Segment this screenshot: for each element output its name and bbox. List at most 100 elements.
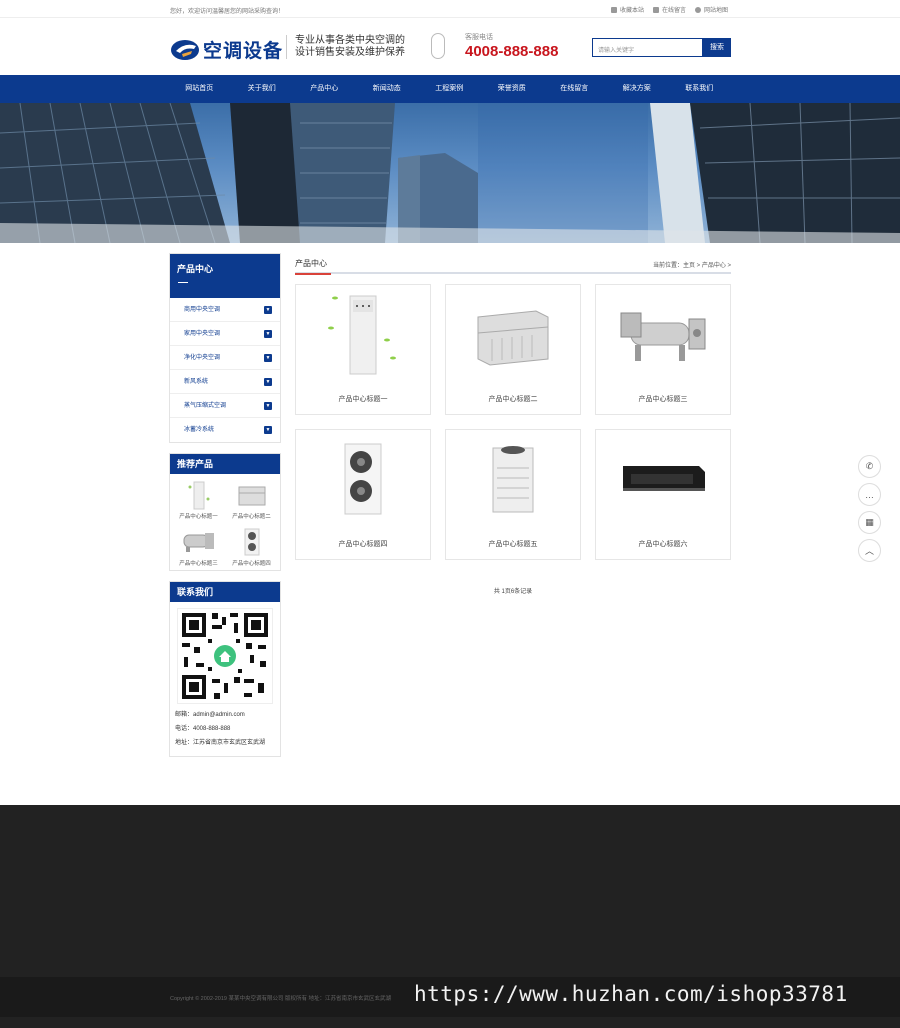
- welcome-text: 您好，欢迎访问温馨居您的网站采购查询！: [170, 9, 285, 15]
- product-thumb-image: [225, 524, 278, 559]
- recommend-label: 产品中心标题四: [232, 561, 271, 567]
- hotline-label: 客服电话: [465, 34, 493, 41]
- contact-phone: 电话：4008-888-888: [175, 726, 231, 732]
- favorite-link[interactable]: 收藏本站: [610, 5, 644, 14]
- contact-address: 地址：江苏省南京市玄武区玄武湖: [175, 740, 266, 746]
- category-label: 蒸气压缩式空调: [184, 403, 227, 409]
- qrcode-image: [177, 608, 273, 704]
- category-item[interactable]: 商用中央空调 ▼: [170, 298, 280, 322]
- product-title: 产品中心标题一: [338, 396, 388, 403]
- search-form: 请输入关键字 搜索: [592, 38, 731, 57]
- product-card[interactable]: 产品中心标题二: [445, 284, 581, 415]
- category-label: 净化中央空调: [184, 355, 221, 361]
- product-thumb-image: [225, 477, 278, 512]
- product-thumb-image: [172, 524, 225, 559]
- product-image: [296, 285, 430, 380]
- product-image: [446, 430, 580, 525]
- main-content: 产品中心 当前位置：主页 > 产品中心 > 产品中心标题一 产品中心标题二 产品…: [295, 256, 731, 595]
- sitemap-link[interactable]: 网站地图: [694, 5, 728, 14]
- category-label: 家用中央空调: [184, 331, 221, 337]
- breadcrumb[interactable]: 当前位置：主页 > 产品中心 >: [653, 260, 731, 269]
- product-card[interactable]: 产品中心标题一: [295, 284, 431, 415]
- main-nav: 网站首页 关于我们 产品中心 新闻动态 工程案例 荣誉资质 在线留言 解决方案 …: [0, 75, 900, 103]
- product-title: 产品中心标题五: [488, 541, 538, 548]
- category-item[interactable]: 蒸气压缩式空调 ▼: [170, 394, 280, 418]
- message-icon: [652, 6, 659, 13]
- nav-solutions[interactable]: 解决方案: [606, 75, 669, 103]
- qrcode-icon[interactable]: ▦: [858, 511, 881, 534]
- category-title: 产品中心: [170, 254, 280, 298]
- category-box: 产品中心 商用中央空调 ▼ 家用中央空调 ▼ 净化中央空调 ▼ 新风系统 ▼ 蒸气压缩式…: [169, 253, 281, 443]
- phone-icon: [431, 33, 445, 59]
- phone-icon[interactable]: ✆: [858, 455, 881, 478]
- star-icon: [610, 6, 617, 13]
- product-card[interactable]: 产品中心标题五: [445, 429, 581, 560]
- site-logo[interactable]: 空调设备: [170, 36, 283, 63]
- chat-icon[interactable]: …: [858, 483, 881, 506]
- nav-cases[interactable]: 工程案例: [418, 75, 481, 103]
- watermark-url: https://www.huzhan.com/ishop33781: [414, 982, 848, 1006]
- logo-mark-icon: [170, 39, 200, 61]
- nav-about[interactable]: 关于我们: [231, 75, 294, 103]
- back-to-top-icon[interactable]: ︿: [858, 539, 881, 562]
- product-grid: 产品中心标题一 产品中心标题二 产品中心标题三 产品中心标题四 产品中心标题五: [295, 284, 731, 560]
- slogan-line-2: 设计销售安装及维护保养: [295, 47, 405, 58]
- sidebar: 产品中心 商用中央空调 ▼ 家用中央空调 ▼ 净化中央空调 ▼ 新风系统 ▼ 蒸气压缩式…: [169, 253, 281, 767]
- nav-news[interactable]: 新闻动态: [356, 75, 419, 103]
- chevron-down-icon: ▼: [264, 306, 272, 314]
- copyright: Copyright © 2002-2019 某某中央空调有限公司 版权所有 地址…: [170, 996, 392, 1002]
- nav-home[interactable]: 网站首页: [168, 75, 231, 103]
- contact-email: 邮箱：admin@admin.com: [175, 712, 245, 718]
- product-image: [596, 430, 730, 525]
- chevron-down-icon: ▼: [264, 330, 272, 338]
- nav-message[interactable]: 在线留言: [543, 75, 606, 103]
- recommend-title: 推荐产品: [170, 454, 280, 474]
- footer-bottom: Copyright © 2002-2019 某某中央空调有限公司 版权所有 地址…: [0, 977, 900, 1017]
- product-card[interactable]: 产品中心标题四: [295, 429, 431, 560]
- top-links: 收藏本站 在线留言 网站地图: [610, 5, 728, 14]
- product-thumb-image: [172, 477, 225, 512]
- floating-toolbar: ✆ … ▦ ︿: [858, 455, 881, 562]
- nav-contact[interactable]: 联系我们: [668, 75, 731, 103]
- product-title: 产品中心标题六: [638, 541, 688, 548]
- recommend-label: 产品中心标题三: [179, 561, 218, 567]
- nav-honors[interactable]: 荣誉资质: [481, 75, 544, 103]
- hero-banner: [0, 103, 900, 243]
- pagination-info: 共 1页6条记录: [493, 589, 533, 595]
- section-title: 产品中心: [295, 259, 331, 275]
- category-item[interactable]: 冰蓄冷系统 ▼: [170, 418, 280, 442]
- product-card[interactable]: 产品中心标题六: [595, 429, 731, 560]
- category-item[interactable]: 净化中央空调 ▼: [170, 346, 280, 370]
- chevron-down-icon: ▼: [264, 402, 272, 410]
- recommend-item[interactable]: 产品中心标题二: [225, 477, 278, 520]
- search-input[interactable]: 请输入关键字: [592, 38, 703, 57]
- search-button[interactable]: 搜索: [703, 38, 731, 57]
- recommend-box: 推荐产品 产品中心标题一 产品中心标题二 产品中心标题三 产品中心标题四: [169, 453, 281, 571]
- chevron-down-icon: ▼: [264, 426, 272, 434]
- product-image: [596, 285, 730, 380]
- product-card[interactable]: 产品中心标题三: [595, 284, 731, 415]
- section-header: 产品中心 当前位置：主页 > 产品中心 >: [295, 256, 731, 275]
- product-title: 产品中心标题二: [488, 396, 538, 403]
- nav-products[interactable]: 产品中心: [293, 75, 356, 103]
- slogan-line-1: 专业从事各类中央空调的: [295, 35, 405, 46]
- recommend-item[interactable]: 产品中心标题四: [225, 524, 278, 567]
- map-pin-icon: [694, 6, 701, 13]
- hotline-number: 4008-888-888: [465, 43, 559, 60]
- category-label: 冰蓄冷系统: [184, 427, 215, 433]
- recommend-label: 产品中心标题一: [179, 514, 218, 520]
- hotline: 客服电话 4008-888-888: [465, 32, 558, 60]
- category-item[interactable]: 家用中央空调 ▼: [170, 322, 280, 346]
- product-image: [296, 430, 430, 525]
- category-item[interactable]: 新风系统 ▼: [170, 370, 280, 394]
- recommend-item[interactable]: 产品中心标题一: [172, 477, 225, 520]
- message-link[interactable]: 在线留言: [652, 5, 686, 14]
- product-image: [446, 285, 580, 380]
- site-header: 空调设备 专业从事各类中央空调的 设计销售安装及维护保养 客服电话 4008-8…: [0, 18, 900, 75]
- top-bar: 您好，欢迎访问温馨居您的网站采购查询！ 收藏本站 在线留言 网站地图: [0, 0, 900, 18]
- product-title: 产品中心标题三: [638, 396, 688, 403]
- recommend-item[interactable]: 产品中心标题三: [172, 524, 225, 567]
- logo-text: 空调设备: [203, 41, 284, 62]
- contact-box: 联系我们 邮箱：admin@admin.com 电话：4008-888-888 …: [169, 581, 281, 757]
- site-footer: Copyright © 2002-2019 某某中央空调有限公司 版权所有 地址…: [0, 805, 900, 1028]
